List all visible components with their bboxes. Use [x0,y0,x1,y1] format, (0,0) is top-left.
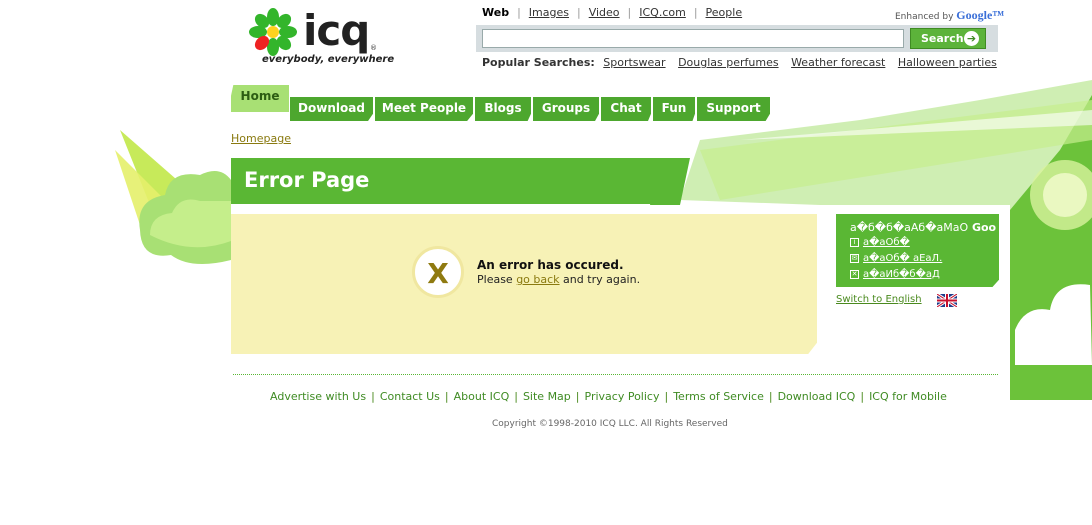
info-icon: i [850,237,859,247]
flower-icon [249,8,297,56]
search-button[interactable]: Search ➔ [910,28,986,49]
arrow-right-icon: ➔ [964,31,979,46]
nav-support[interactable]: Support [697,97,770,121]
nav-groups[interactable]: Groups [533,97,599,121]
divider: | [576,6,581,19]
language-link-3[interactable]: а�аИб�б�аД [863,269,940,280]
divider: | [444,390,449,403]
icq-logo[interactable]: icq ® everybody, everywhere [249,6,394,68]
error-message: Please go back and try again. [477,273,640,286]
language-box: а�б�б�аАб�аМаО Goo i а�аОб� ✉ а�аОб� аЕаЛ.… [836,214,999,287]
error-msg-suffix: and try again. [559,273,641,286]
footer-link-advertise[interactable]: Advertise with Us [270,390,366,403]
search-bar: Search ➔ [476,25,998,52]
footer-links: Advertise with Us | Contact Us | About ICQ | S… [270,390,947,403]
divider: | [517,6,521,19]
language-box-title-text: а�б�б�аАб�аМаО [850,221,969,234]
nav-home[interactable]: Home [231,85,289,112]
go-back-link[interactable]: go back [516,273,559,286]
search-type-tabs: Web | Images | Video | ICQ.com | People [482,6,742,19]
divider: | [768,390,773,403]
close-box-icon: ✕ [850,269,859,279]
footer-link-privacy[interactable]: Privacy Policy [585,390,660,403]
error-x-icon: X [412,246,464,298]
copyright: Copyright ©1998-2010 ICQ LLC. All Rights… [492,419,728,429]
tab-people[interactable]: People [706,6,743,19]
registered-mark: ® [370,44,377,52]
footer-link-contact[interactable]: Contact Us [380,390,440,403]
nav-download[interactable]: Download [290,97,373,121]
divider: | [575,390,580,403]
switch-to-english-link[interactable]: Switch to English [836,294,922,305]
nav-blogs[interactable]: Blogs [475,97,531,121]
page-title: Error Page [244,168,370,192]
nav-chat[interactable]: Chat [601,97,651,121]
footer-link-sitemap[interactable]: Site Map [523,390,571,403]
popular-link-halloween[interactable]: Halloween parties [898,56,997,69]
divider: | [693,6,698,19]
language-link-row: i а�аОб� [850,237,910,248]
footer-link-mobile[interactable]: ICQ for Mobile [869,390,947,403]
error-title: An error has occured. [477,258,624,272]
divider: | [664,390,669,403]
tab-images[interactable]: Images [529,6,569,19]
mail-icon: ✉ [850,253,859,263]
search-button-label: Search [921,32,964,45]
language-link-row: ✕ а�аИб�б�аД [850,269,940,280]
language-link-2[interactable]: а�аОб� аЕаЛ. [863,253,942,264]
divider: | [371,390,375,403]
footer-link-terms[interactable]: Terms of Service [673,390,764,403]
x-glyph: X [427,257,449,290]
popular-link-weather[interactable]: Weather forecast [791,56,885,69]
logo-tagline: everybody, everywhere [262,54,395,65]
tab-icq-com[interactable]: ICQ.com [639,6,686,19]
popular-label: Popular Searches: [482,56,595,69]
nav-fun[interactable]: Fun [653,97,695,121]
logo-wordmark: icq [303,6,370,55]
divider: | [514,390,518,403]
enhanced-label: Enhanced by [895,12,954,22]
google-logo: Google™ [956,8,1005,22]
tab-video[interactable]: Video [589,6,620,19]
uk-flag-icon[interactable] [937,294,957,307]
enhanced-by-google: Enhanced by Google™ [895,8,1004,23]
popular-searches: Popular Searches: Sportswear Douglas per… [482,56,1006,69]
divider: | [627,6,632,19]
language-link-row: ✉ а�аОб� аЕаЛ. [850,253,942,264]
footer-link-about[interactable]: About ICQ [454,390,510,403]
language-link-1[interactable]: а�аОб� [863,237,910,248]
popular-link-sportswear[interactable]: Sportswear [603,56,665,69]
footer-divider [233,374,998,375]
footer-link-download[interactable]: Download ICQ [778,390,856,403]
language-box-title: а�б�б�аАб�аМаО Goo [850,221,998,234]
tab-web[interactable]: Web [482,6,509,19]
language-box-title-bold: Goo [968,221,997,234]
breadcrumb-homepage[interactable]: Homepage [231,132,291,145]
popular-link-douglas[interactable]: Douglas perfumes [678,56,779,69]
divider: | [860,390,865,403]
nav-meet-people[interactable]: Meet People [375,97,473,121]
error-msg-prefix: Please [477,273,517,286]
search-input[interactable] [482,29,904,48]
